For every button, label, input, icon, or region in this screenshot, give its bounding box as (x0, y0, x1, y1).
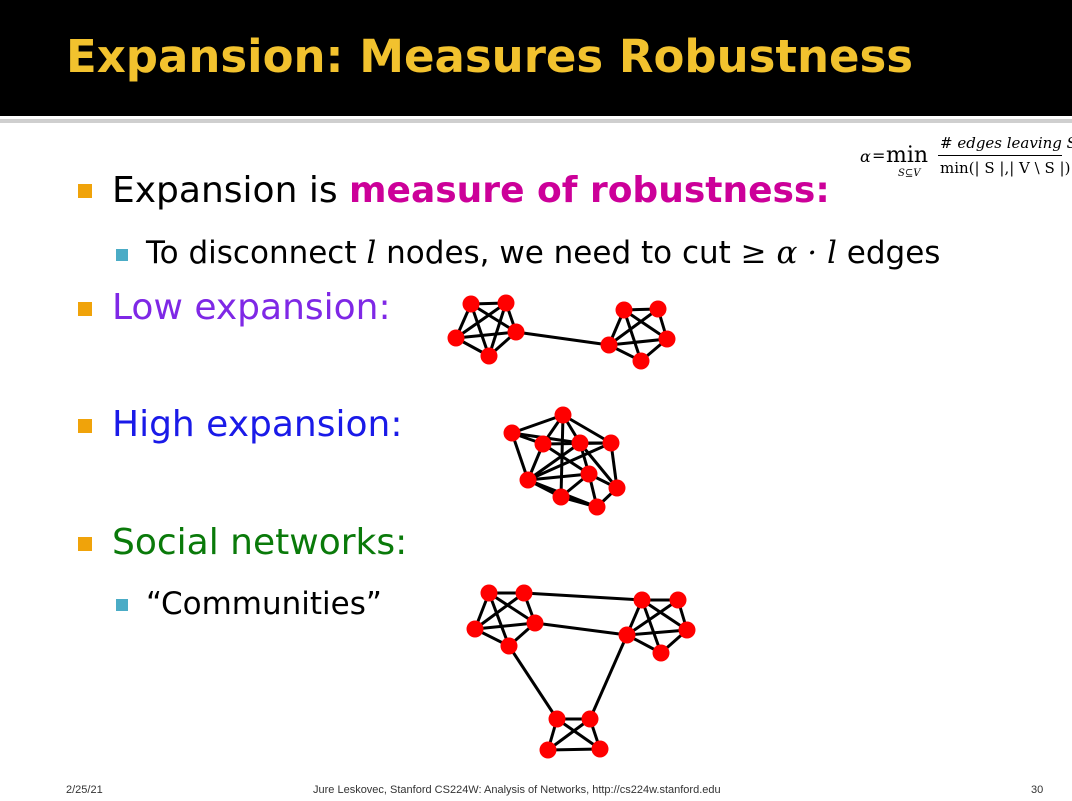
network-diagrams (447, 294, 696, 759)
footer-date: 2/25/21 (66, 784, 103, 796)
footer-credit: Jure Leskovec, Stanford CS224W: Analysis… (313, 784, 721, 796)
communities-graph (473, 591, 689, 752)
footer-page-number: 30 (1031, 784, 1044, 796)
